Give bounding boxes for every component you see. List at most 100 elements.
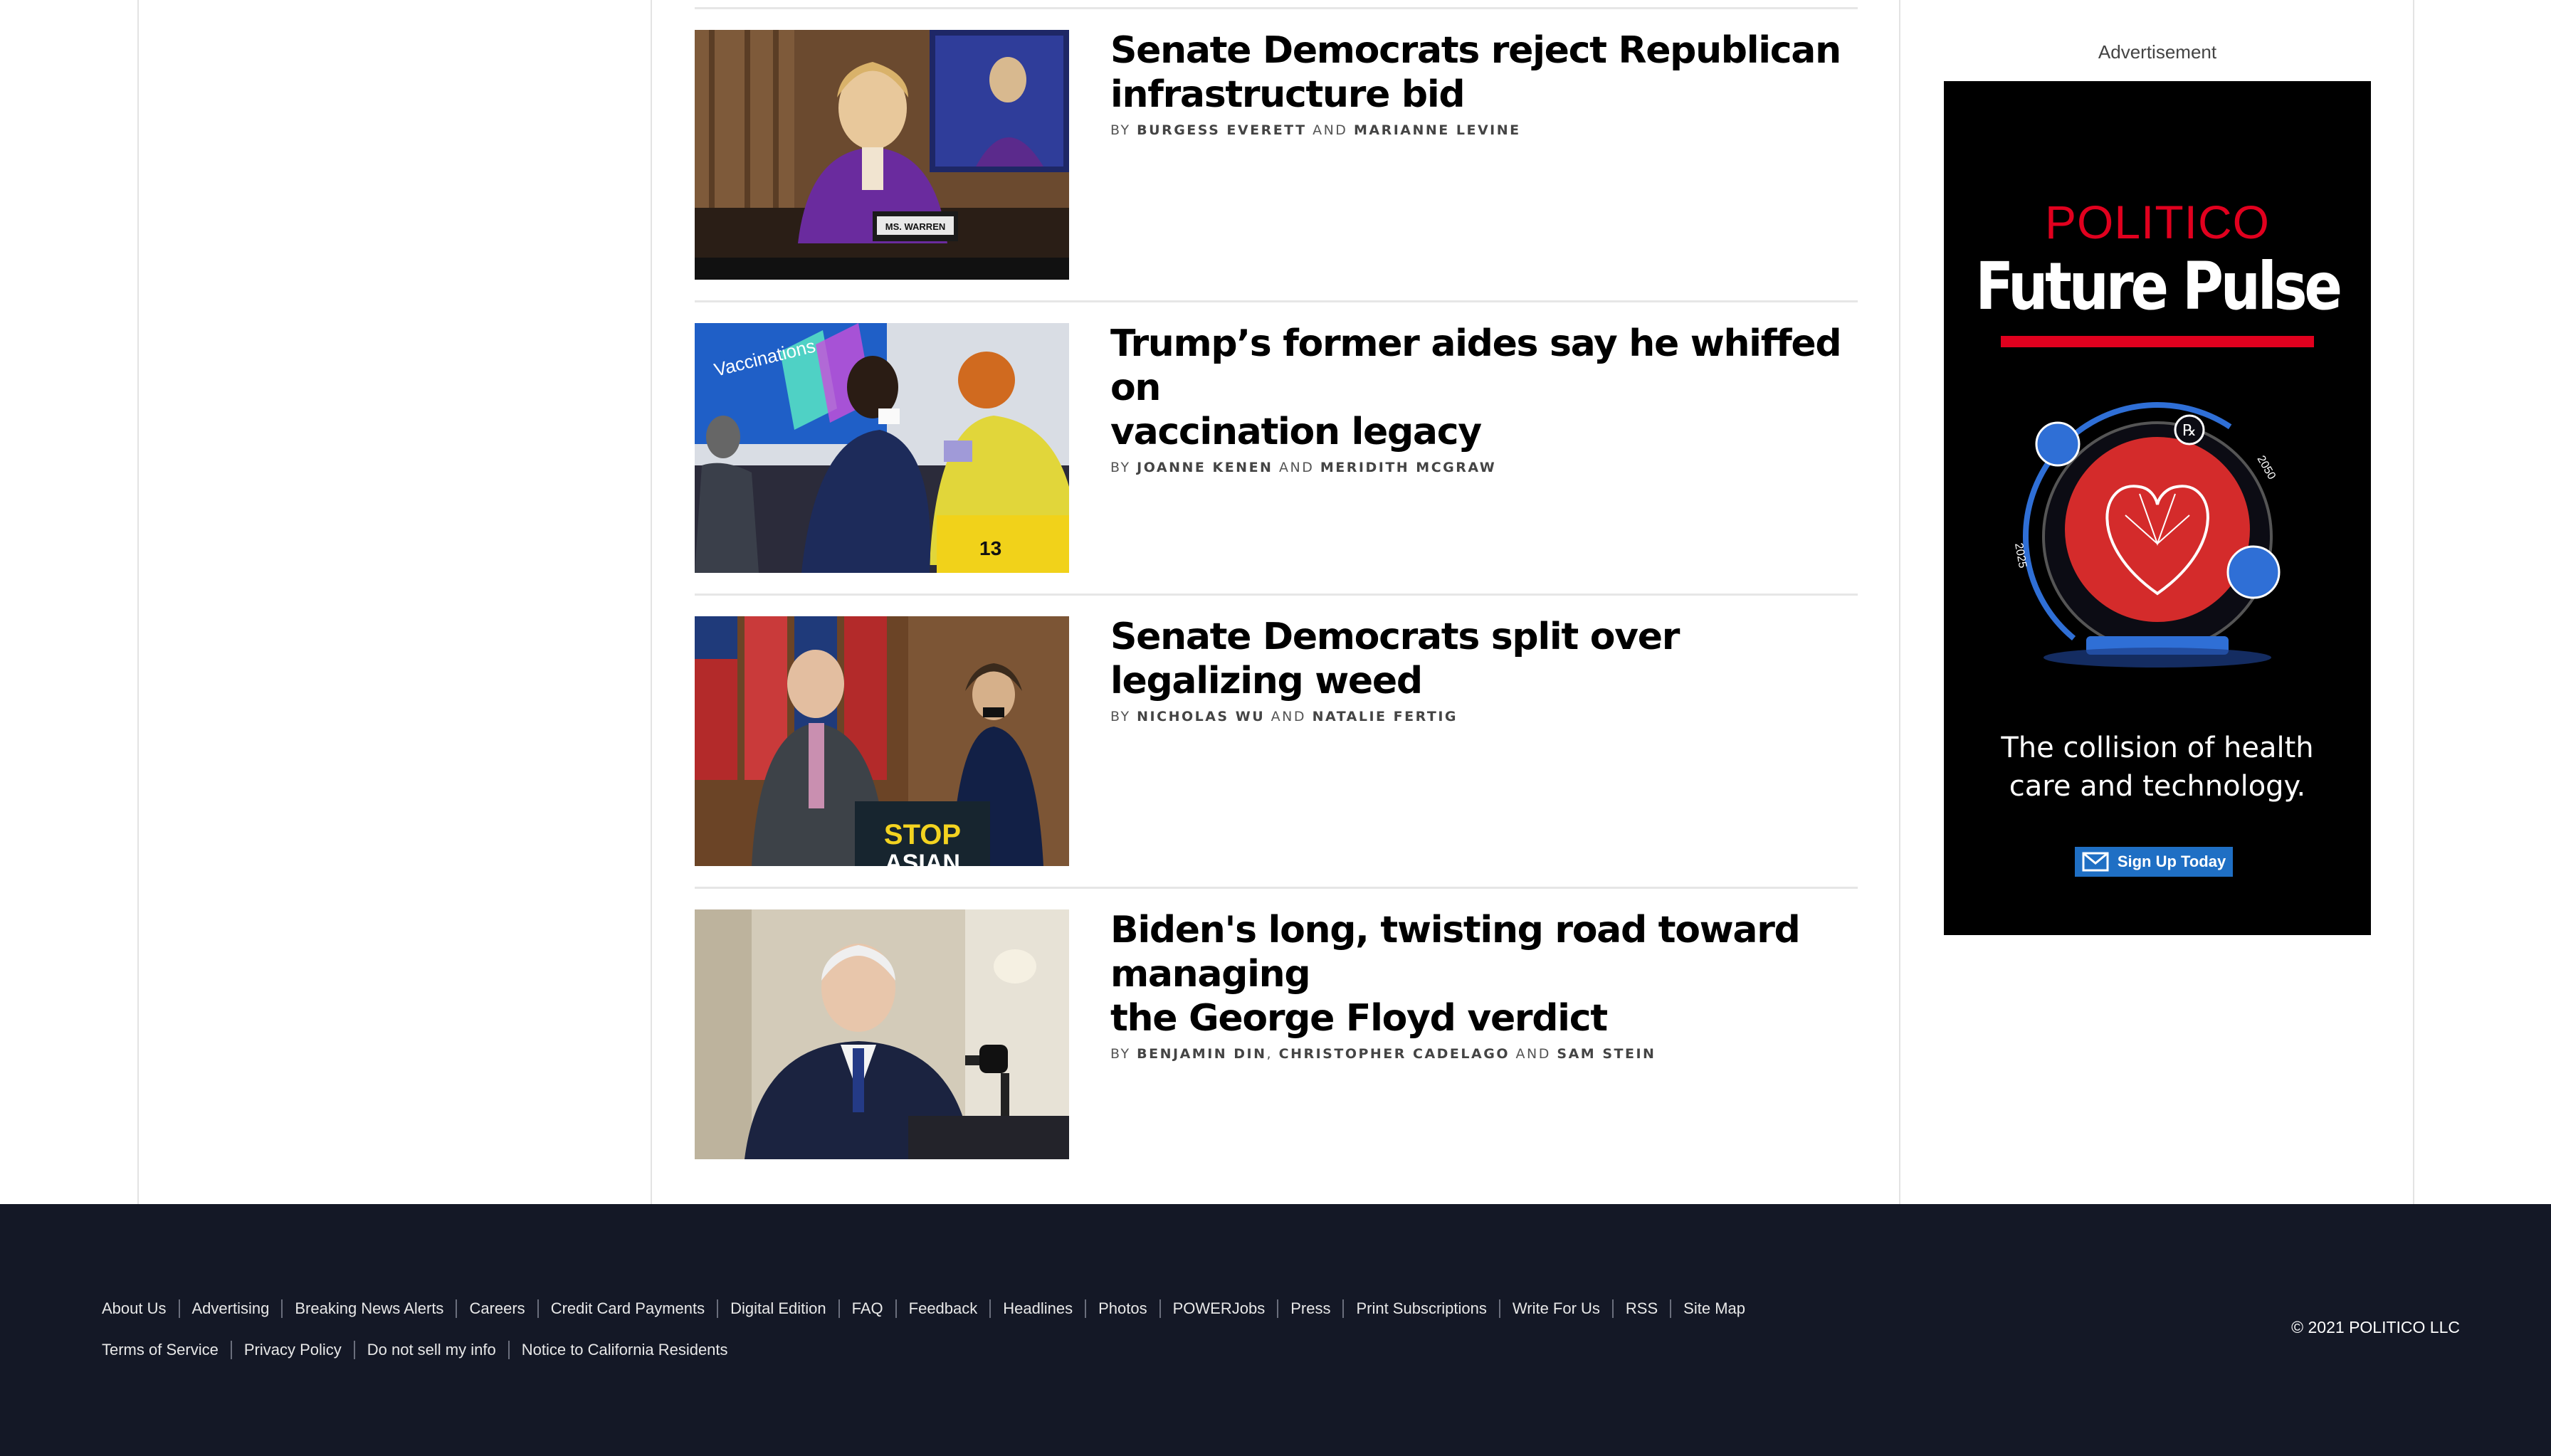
footer-link[interactable]: Feedback xyxy=(909,1299,978,1318)
author-link[interactable]: SAM STEIN xyxy=(1557,1046,1656,1062)
article-item: STOP ASIAN Senate Democrats split over l… xyxy=(695,594,1858,887)
photo-nameplate-text: MS. WARREN xyxy=(885,221,946,232)
headline-line[interactable]: Trump’s former aides say he whiffed on xyxy=(1110,322,1858,410)
footer-separator xyxy=(1670,1299,1672,1318)
footer-link[interactable]: Site Map xyxy=(1683,1299,1745,1318)
footer-separator xyxy=(717,1299,719,1318)
footer-links-legal: Terms of Service Privacy Policy Do not sel… xyxy=(102,1341,728,1359)
article-photo-biden[interactable] xyxy=(695,909,1069,1159)
byline: BY NICHOLAS WU AND NATALIE FERTIG xyxy=(1110,709,1858,724)
byline-connector: AND xyxy=(1313,122,1348,138)
byline-connector: AND xyxy=(1515,1046,1551,1062)
footer-link[interactable]: Photos xyxy=(1098,1299,1147,1318)
footer-link[interactable]: POWERJobs xyxy=(1173,1299,1266,1318)
byline-connector: , xyxy=(1266,1046,1273,1062)
footer-separator xyxy=(1277,1299,1279,1318)
footer-separator xyxy=(1498,1299,1500,1318)
footer-link[interactable]: About Us xyxy=(102,1299,167,1318)
author-link[interactable]: MARIANNE LEVINE xyxy=(1354,122,1521,138)
advertisement-label: Advertisement xyxy=(2098,41,2217,63)
byline-prefix: BY xyxy=(1110,709,1131,724)
footer-separator xyxy=(1085,1299,1087,1318)
author-link[interactable]: MERIDITH MCGRAW xyxy=(1320,460,1496,475)
footer-separator xyxy=(178,1299,180,1318)
headline-line[interactable]: infrastructure bid xyxy=(1110,73,1858,117)
footer-legal-link[interactable]: Privacy Policy xyxy=(244,1341,342,1359)
article-headline[interactable]: Senate Democrats split over legalizing w… xyxy=(1110,615,1858,703)
footer-link[interactable]: Write For Us xyxy=(1513,1299,1600,1318)
footer-link[interactable]: Breaking News Alerts xyxy=(295,1299,443,1318)
site-footer: About Us Advertising Breaking News Alerts C… xyxy=(0,1204,2551,1456)
divider xyxy=(695,300,1858,302)
left-column-rule xyxy=(137,0,139,1204)
ad-brand-logo: POLITICO xyxy=(2044,196,2271,248)
footer-link[interactable]: Print Subscriptions xyxy=(1356,1299,1486,1318)
main-column-right-rule xyxy=(1899,0,1900,1204)
ad-title: Future Pulse xyxy=(1975,248,2342,325)
footer-separator xyxy=(353,1341,355,1359)
footer-legal-link[interactable]: Notice to California Residents xyxy=(522,1341,728,1359)
divider xyxy=(695,594,1858,596)
footer-separator xyxy=(989,1299,992,1318)
article-headline[interactable]: Senate Democrats reject Republican infra… xyxy=(1110,28,1858,117)
footer-separator xyxy=(895,1299,897,1318)
headline-line[interactable]: Biden's long, twisting road toward manag… xyxy=(1110,908,1858,996)
footer-link[interactable]: Careers xyxy=(469,1299,525,1318)
footer-link[interactable]: Digital Edition xyxy=(730,1299,826,1318)
ad-tagline: The collision of health care and technol… xyxy=(1972,729,2342,806)
footer-link[interactable]: RSS xyxy=(1626,1299,1658,1318)
footer-separator xyxy=(1159,1299,1161,1318)
footer-separator xyxy=(1342,1299,1345,1318)
author-link[interactable]: CHRISTOPHER CADELAGO xyxy=(1279,1046,1510,1062)
article-photo-warren[interactable]: MS. WARREN xyxy=(695,30,1069,280)
author-link[interactable]: NATALIE FERTIG xyxy=(1313,709,1458,724)
photo-sign-text: ASIAN xyxy=(885,850,960,866)
footer-separator xyxy=(1611,1299,1614,1318)
footer-legal-link[interactable]: Do not sell my info xyxy=(367,1341,496,1359)
right-column-rule xyxy=(2413,0,2414,1204)
byline: BY JOANNE KENEN AND MERIDITH MCGRAW xyxy=(1110,460,1858,475)
headline-line[interactable]: vaccination legacy xyxy=(1110,410,1858,454)
footer-links-primary: About Us Advertising Breaking News Alerts C… xyxy=(102,1299,1745,1318)
headline-line[interactable]: Senate Democrats reject Republican xyxy=(1110,28,1858,73)
footer-link[interactable]: Press xyxy=(1290,1299,1330,1318)
author-link[interactable]: NICHOLAS WU xyxy=(1137,709,1265,724)
author-link[interactable]: BENJAMIN DIN xyxy=(1137,1046,1266,1062)
article-headline[interactable]: Trump’s former aides say he whiffed on v… xyxy=(1110,322,1858,454)
author-link[interactable]: JOANNE KENEN xyxy=(1137,460,1273,475)
article-item: Vaccinations 13 Trump’s former aides say… xyxy=(695,300,1858,594)
article-headline[interactable]: Biden's long, twisting road toward manag… xyxy=(1110,908,1858,1040)
footer-link[interactable]: Advertising xyxy=(192,1299,270,1318)
byline: BY BURGESS EVERETT AND MARIANNE LEVINE xyxy=(1110,122,1858,138)
byline-prefix: BY xyxy=(1110,122,1131,138)
footer-separator xyxy=(507,1341,510,1359)
advertisement-banner[interactable]: POLITICO Future Pulse ℞ 2050 2025 The co… xyxy=(1944,81,2371,935)
main-column-left-rule xyxy=(651,0,652,1204)
ad-title-underline xyxy=(2001,336,2314,347)
footer-separator xyxy=(281,1299,283,1318)
photo-number-text: 13 xyxy=(979,537,1001,559)
article-photo-vaccination[interactable]: Vaccinations 13 xyxy=(695,323,1069,573)
ad-sign-up-button[interactable]: Sign Up Today xyxy=(2075,847,2233,877)
ad-sign-up-label: Sign Up Today xyxy=(2117,853,2226,870)
byline-prefix: BY xyxy=(1110,1046,1131,1062)
footer-separator xyxy=(456,1299,458,1318)
article-item: Biden's long, twisting road toward manag… xyxy=(695,887,1858,1180)
ad-tagline-line: The collision of health xyxy=(2001,732,2314,764)
ad-year-end: 2050 xyxy=(2255,454,2278,482)
footer-legal-link[interactable]: Terms of Service xyxy=(102,1341,219,1359)
headline-line[interactable]: Senate Democrats split over legalizing w… xyxy=(1110,615,1858,703)
author-link[interactable]: BURGESS EVERETT xyxy=(1137,122,1306,138)
footer-link[interactable]: Credit Card Payments xyxy=(551,1299,705,1318)
divider xyxy=(695,887,1858,889)
ad-heart-graphic: ℞ 2050 2025 xyxy=(2001,401,2314,686)
article-photo-schumer-pelosi[interactable]: STOP ASIAN xyxy=(695,616,1069,866)
article-item: MS. WARREN Senate Democrats reject Repub… xyxy=(695,7,1858,300)
divider xyxy=(695,7,1858,9)
footer-link[interactable]: Headlines xyxy=(1003,1299,1073,1318)
photo-sign-text: STOP xyxy=(884,819,961,850)
footer-link[interactable]: FAQ xyxy=(852,1299,883,1318)
headline-line[interactable]: the George Floyd verdict xyxy=(1110,996,1858,1040)
ad-rx-symbol: ℞ xyxy=(2182,422,2197,440)
footer-separator xyxy=(537,1299,539,1318)
